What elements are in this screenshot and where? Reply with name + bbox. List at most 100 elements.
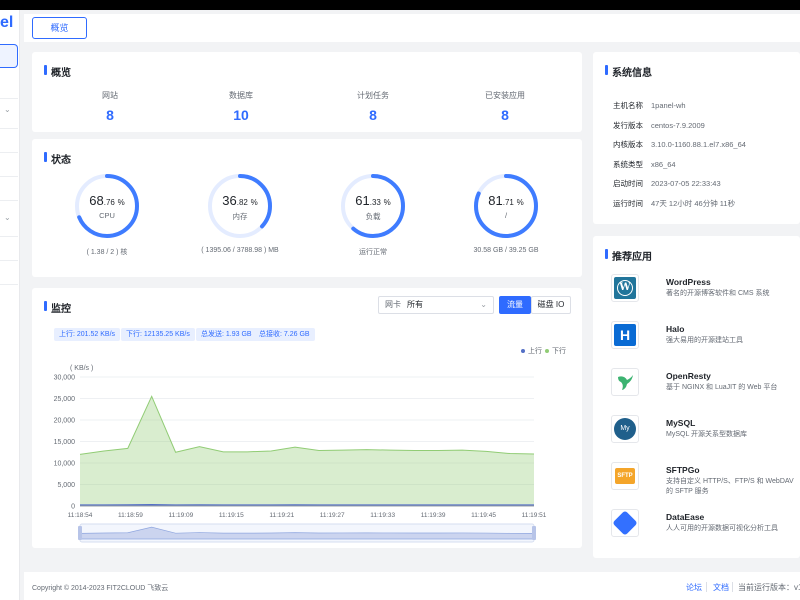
app-desc: 基于 NGINX 和 LuaJIT 的 Web 平台	[666, 384, 778, 391]
x-tick-label: 11:19:15	[219, 512, 244, 519]
sidebar-divider	[0, 152, 18, 153]
info-key: 发行版本	[613, 120, 643, 130]
gauge-0: 68.76 % CPU ( 1.38 / 2 ) 核	[62, 171, 152, 257]
sidebar-divider	[0, 200, 18, 201]
version-label: 当前运行版本：v1	[738, 583, 800, 592]
gauge-unit: %	[383, 198, 391, 207]
app-desc: MySQL 开源关系型数据库	[666, 431, 748, 438]
sidebar-divider	[0, 236, 18, 237]
overview-label: 计划任务	[357, 91, 389, 100]
x-tick-label: 11:19:21	[269, 512, 294, 519]
gauge-unit: %	[250, 198, 258, 207]
tab-overview[interactable]: 概览	[32, 17, 87, 39]
header: 概览	[24, 14, 800, 42]
gauge-center: 61.33 % 负载	[328, 193, 418, 222]
overview-value[interactable]: 10	[201, 107, 281, 123]
overview-websites[interactable]: 网站 8	[70, 90, 150, 123]
gauge-dec: .33	[369, 198, 381, 207]
system-info-row: 系统类型 x86_64	[613, 159, 676, 170]
app-row-mysql[interactable]: My MySQL MySQL 开源关系型数据库	[611, 415, 800, 449]
dataease-icon[interactable]	[611, 509, 639, 537]
app-name[interactable]: SFTPGo	[666, 465, 700, 475]
info-value: 47天 12小时 46分钟 11秒	[651, 198, 736, 208]
app-name[interactable]: WordPress	[666, 277, 711, 287]
app-desc: 强大易用的开源建站工具	[666, 337, 743, 344]
legend-down: 下行	[552, 346, 566, 355]
gauge-center: 81.71 % /	[461, 193, 551, 220]
info-key: 系统类型	[613, 159, 643, 169]
gauge-dec: .71	[502, 198, 514, 207]
x-tick-label: 11:19:27	[320, 512, 345, 519]
info-key: 运行时间	[613, 198, 643, 208]
window-top-bar	[0, 0, 800, 10]
sidebar-divider	[0, 284, 18, 285]
app-row-openresty[interactable]: OpenResty 基于 NGINX 和 LuaJIT 的 Web 平台	[611, 368, 800, 402]
logo: el	[0, 14, 14, 31]
gauge-name: 负载	[365, 212, 381, 221]
openresty-icon[interactable]	[611, 368, 639, 396]
overview-label: 网站	[102, 91, 118, 100]
gauge-foot: 运行正常	[359, 249, 387, 256]
x-tick-label: 11:19:51	[522, 512, 547, 519]
sftpgo-icon[interactable]: SFTP	[611, 462, 639, 490]
footer: Copyright © 2014-2023 FIT2CLOUD 飞致云 论坛 文…	[24, 572, 800, 600]
info-value: centos-7.9.2009	[651, 120, 705, 130]
x-tick-label: 11:19:45	[471, 512, 496, 519]
gauge-dec: .76	[103, 198, 115, 207]
overview-databases[interactable]: 数据库 10	[201, 90, 281, 123]
app-row-dataease[interactable]: DataEase 人人可用的开源数据可视化分析工具	[611, 509, 800, 543]
legend-marker-down	[545, 349, 549, 353]
overview-cron-jobs[interactable]: 计划任务 8	[333, 90, 413, 123]
legend-marker-up	[521, 349, 525, 353]
network-traffic-chart[interactable]: ( KB/s ) 上行 下行 30,000 25,000 20,000 15,000 10,0…	[32, 288, 582, 548]
chevron-down-icon[interactable]: ⌄	[4, 213, 11, 222]
overview-value[interactable]: 8	[70, 107, 150, 123]
gauge-dec: .82	[236, 198, 248, 207]
y-tick-label: 30,000	[54, 375, 76, 382]
y-tick-label: 5,000	[57, 482, 75, 489]
sidebar-divider	[0, 260, 18, 261]
app-name[interactable]: MySQL	[666, 418, 695, 428]
app-row-sftpgo[interactable]: SFTP SFTPGo 支持自定义 HTTP/S、FTP/S 和 WebDAV 的 …	[611, 462, 800, 496]
gauge-2: 61.33 % 负载运行正常	[328, 171, 418, 257]
app-name[interactable]: OpenResty	[666, 371, 711, 381]
footer-divider	[706, 582, 707, 592]
app-root: el ⌄ ⌄ 概览 概览 网站 8 数据库 10 计划任务 8 已安装应用 8 …	[0, 10, 800, 600]
app-name[interactable]: DataEase	[666, 512, 704, 522]
x-tick-label: 11:19:39	[421, 512, 446, 519]
app-desc: 支持自定义 HTTP/S、FTP/S 和 WebDAV 的 SFTP 服务	[666, 478, 794, 495]
copyright: Copyright © 2014-2023 FIT2CLOUD 飞致云	[32, 585, 169, 592]
gauge-int: 81	[488, 193, 503, 208]
system-info-row: 启动时间 2023-07-05 22:33:43	[613, 178, 721, 189]
system-info-row: 发行版本 centos-7.9.2009	[613, 120, 705, 131]
docs-link[interactable]: 文档	[713, 582, 729, 593]
system-info-row: 内核版本 3.10.0-1160.88.1.el7.x86_64	[613, 139, 746, 150]
app-desc: 著名的开源博客软件和 CMS 系统	[666, 290, 770, 297]
sidebar-divider	[0, 98, 18, 99]
gauge-int: 36	[222, 193, 237, 208]
x-tick-label: 11:18:59	[118, 512, 143, 519]
overview-card: 概览 网站 8 数据库 10 计划任务 8 已安装应用 8	[32, 52, 582, 132]
info-value: 1panel-wh	[651, 101, 686, 110]
chevron-down-icon[interactable]: ⌄	[4, 105, 11, 114]
system-info-row: 运行时间 47天 12小时 46分钟 11秒	[613, 198, 735, 209]
gauge-unit: %	[117, 198, 125, 207]
gauge-int: 68	[89, 193, 104, 208]
sidebar: el ⌄ ⌄	[0, 10, 20, 600]
overview-value[interactable]: 8	[333, 107, 413, 123]
x-tick-label: 11:18:54	[68, 512, 93, 519]
overview-installed-apps[interactable]: 已安装应用 8	[465, 90, 545, 123]
gauge-name: CPU	[99, 211, 115, 220]
forum-link[interactable]: 论坛	[686, 582, 702, 593]
mysql-icon[interactable]: My	[611, 415, 639, 443]
overview-value[interactable]: 8	[465, 107, 545, 123]
zoom-handle-right	[532, 526, 536, 540]
app-row-wordpress[interactable]: W WordPress 著名的开源博客软件和 CMS 系统	[611, 274, 800, 308]
app-row-halo[interactable]: H Halo 强大易用的开源建站工具	[611, 321, 800, 355]
info-value: x86_64	[651, 159, 676, 169]
halo-icon[interactable]: H	[611, 321, 639, 349]
app-name[interactable]: Halo	[666, 324, 684, 334]
gauge-foot: ( 1395.06 / 3788.98 ) MB	[201, 247, 279, 254]
wordpress-icon[interactable]: W	[611, 274, 639, 302]
sidebar-item-active[interactable]	[0, 44, 18, 68]
